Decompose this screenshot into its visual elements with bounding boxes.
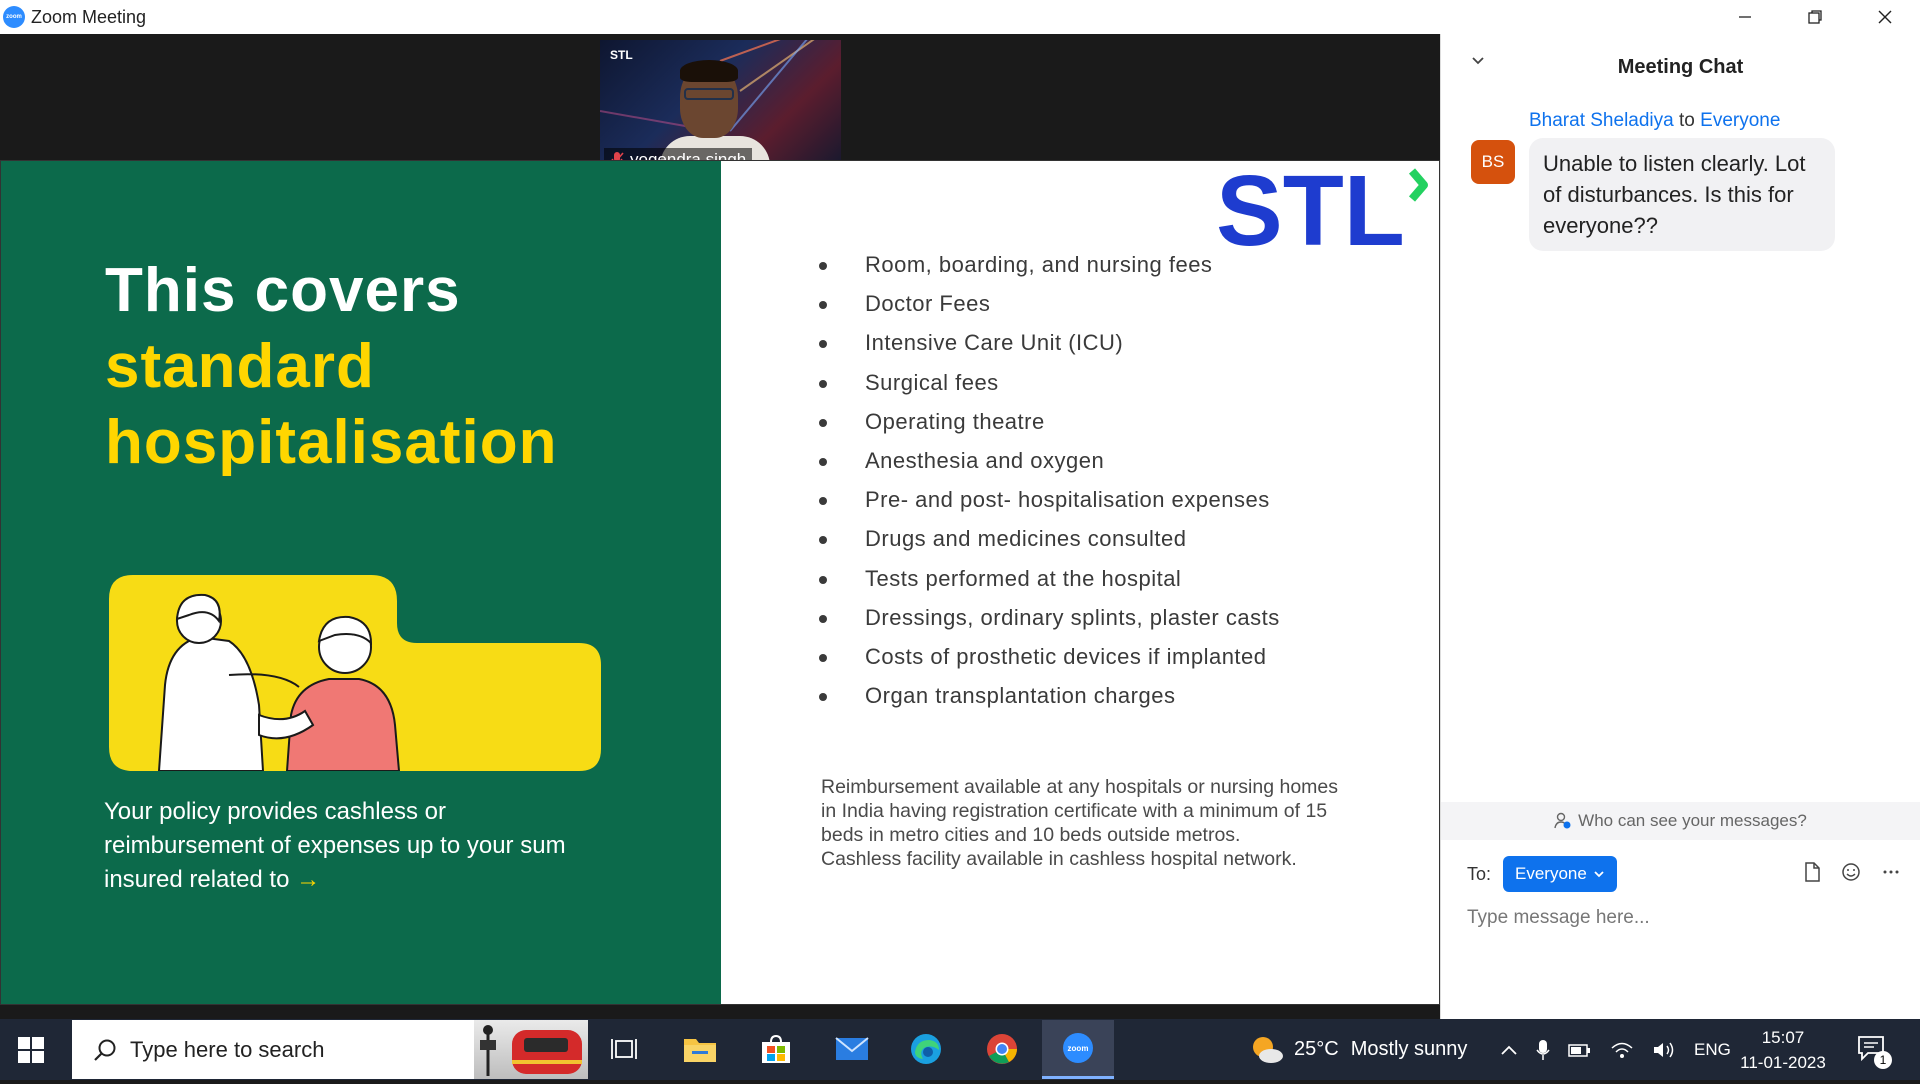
stl-logo: STL (1216, 163, 1428, 253)
system-tray: ENG (1500, 1019, 1731, 1080)
recipient-name[interactable]: Everyone (1700, 110, 1780, 131)
people-icon (1554, 812, 1571, 829)
chat-message-input[interactable] (1467, 900, 1887, 936)
list-item: Tests performed at the hospital (819, 559, 1280, 598)
list-item: Room, boarding, and nursing fees (819, 245, 1280, 284)
windows-taskbar: zoom 25°C Mostly sunny ENG 15:07 11-01-2… (0, 1019, 1920, 1080)
windows-logo-icon (18, 1037, 30, 1049)
list-item: Dressings, ordinary splints, plaster cas… (819, 598, 1280, 637)
weather-condition: Mostly sunny (1350, 1038, 1468, 1060)
to-label: To: (1467, 863, 1492, 884)
zoom-taskbar-button[interactable]: zoom (1042, 1020, 1114, 1079)
recipient-row: To: Everyone (1467, 856, 1617, 892)
list-item: Costs of prosthetic devices if implanted (819, 637, 1280, 676)
microphone-icon[interactable] (1536, 1039, 1550, 1061)
edge-icon (911, 1034, 941, 1064)
list-item: Anesthesia and oxygen (819, 441, 1280, 480)
slide-heading: This covers standard hospitalisation (105, 256, 558, 477)
system-clock[interactable]: 15:07 11-01-2023 (1733, 1025, 1833, 1075)
slide-green-panel: This covers standard hospitalisation You… (1, 161, 721, 1004)
store-icon (762, 1034, 790, 1063)
wifi-icon[interactable] (1610, 1040, 1634, 1060)
svg-text:STL: STL (1216, 163, 1405, 253)
weather-temperature: 25°C (1294, 1038, 1339, 1060)
zoom-icon: zoom (1063, 1033, 1093, 1063)
taskbar-search-box[interactable] (72, 1020, 588, 1079)
train-icon (480, 1025, 582, 1076)
search-icon (94, 1039, 116, 1061)
notification-center-button[interactable]: 1 (1856, 1033, 1892, 1069)
edge-browser-button[interactable] (906, 1029, 946, 1069)
restore-button[interactable] (1780, 0, 1850, 34)
notification-count-badge: 1 (1874, 1051, 1892, 1069)
chevron-down-icon (1594, 871, 1604, 878)
file-icon[interactable] (1803, 862, 1821, 882)
avatar: BS (1471, 140, 1515, 184)
microsoft-store-button[interactable] (756, 1029, 796, 1069)
more-options-icon[interactable] (1881, 862, 1901, 882)
chrome-browser-button[interactable] (982, 1029, 1022, 1069)
doctor-patient-illustration (109, 575, 601, 771)
reimbursement-note: Reimbursement available at any hospitals… (821, 776, 1339, 870)
battery-icon[interactable] (1568, 1040, 1592, 1060)
arrow-right-icon: → (296, 866, 321, 893)
volume-icon[interactable] (1652, 1040, 1676, 1060)
list-item: Operating theatre (819, 402, 1280, 441)
chat-header: Meeting Chat (1441, 34, 1920, 104)
sender-name[interactable]: Bharat Sheladiya (1529, 110, 1674, 131)
minimize-button[interactable] (1710, 0, 1780, 34)
weather-widget[interactable]: 25°C Mostly sunny (1250, 1019, 1467, 1080)
title-bar: zoom Zoom Meeting (0, 0, 1920, 34)
clock-date: 11-01-2023 (1740, 1053, 1826, 1072)
message-bubble: Unable to listen clearly. Lot of disturb… (1529, 138, 1835, 251)
file-explorer-button[interactable] (680, 1029, 720, 1069)
task-view-icon (611, 1039, 637, 1059)
search-input[interactable] (130, 1036, 460, 1063)
list-item: Surgical fees (819, 363, 1280, 402)
list-item: Drugs and medicines consulted (819, 519, 1280, 558)
search-highlight-image (474, 1020, 588, 1079)
shared-slide: This covers standard hospitalisation You… (0, 160, 1440, 1005)
list-item: Doctor Fees (819, 284, 1280, 323)
mail-icon (835, 1037, 869, 1060)
chrome-icon (987, 1034, 1017, 1064)
folder-icon (684, 1039, 716, 1062)
task-view-button[interactable] (604, 1029, 644, 1069)
zoom-app-icon: zoom (3, 6, 25, 28)
meeting-chat-panel: Meeting Chat BS Bharat Sheladiya to Ever… (1440, 34, 1920, 1019)
list-item: Pre- and post- hospitalisation expenses (819, 480, 1280, 519)
minimize-icon (1739, 16, 1751, 18)
chat-tools (1803, 862, 1901, 882)
window-title: Zoom Meeting (31, 6, 147, 27)
who-can-see-messages-link[interactable]: Who can see your messages? (1441, 802, 1920, 840)
mail-button[interactable] (832, 1029, 872, 1069)
restore-icon (1808, 10, 1822, 24)
message-sender-line: Bharat Sheladiya to Everyone (1529, 110, 1781, 131)
language-indicator[interactable]: ENG (1694, 1040, 1731, 1060)
coverage-list: Room, boarding, and nursing fees Doctor … (819, 245, 1280, 715)
start-button[interactable] (18, 1037, 44, 1063)
participant-badge: STL (610, 48, 633, 62)
emoji-icon[interactable] (1841, 862, 1861, 882)
list-item: Organ transplantation charges (819, 676, 1280, 715)
close-icon (1878, 10, 1892, 24)
chevron-up-icon[interactable] (1500, 1043, 1518, 1057)
close-button[interactable] (1850, 0, 1920, 34)
svg-text:zoom: zoom (1068, 1044, 1089, 1053)
clock-time: 15:07 (1761, 1028, 1805, 1047)
recipient-dropdown[interactable]: Everyone (1503, 856, 1617, 892)
participant-video-tile[interactable]: STL yogendra.singh (600, 40, 841, 174)
chat-title: Meeting Chat (1617, 56, 1744, 78)
weather-sun-cloud-icon (1253, 1036, 1283, 1063)
list-item: Intensive Care Unit (ICU) (819, 323, 1280, 362)
policy-description: Your policy provides cashless or reimbur… (104, 798, 566, 893)
